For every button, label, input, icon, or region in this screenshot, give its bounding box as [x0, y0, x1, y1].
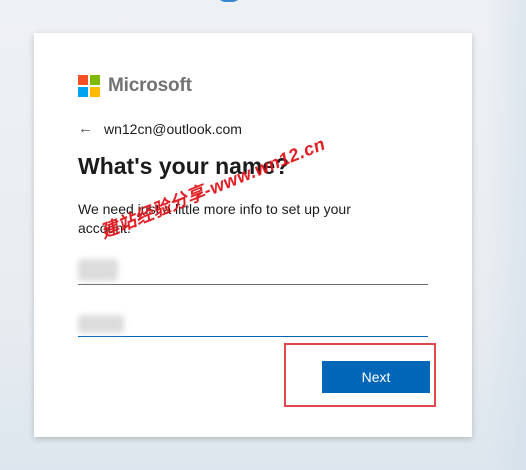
next-button[interactable]: Next: [322, 361, 430, 393]
background-tint: [486, 0, 526, 470]
last-name-input[interactable]: [78, 308, 428, 337]
account-email: wn12cn@outlook.com: [104, 121, 242, 137]
logo-square-green: [90, 75, 100, 85]
product-logo-fragment: [214, 0, 274, 4]
brand-name: Microsoft: [108, 75, 192, 96]
brand-header: Microsoft: [78, 75, 192, 97]
logo-swoosh-icon: [216, 0, 242, 2]
logo-square-yellow: [90, 87, 100, 97]
back-arrow-icon[interactable]: ←: [78, 120, 98, 138]
blurred-placeholder: [78, 259, 118, 281]
microsoft-logo-icon: [78, 75, 100, 97]
identity-banner[interactable]: ← wn12cn@outlook.com: [78, 120, 242, 138]
signup-card: Microsoft ← wn12cn@outlook.com What's yo…: [34, 33, 472, 437]
logo-square-blue: [78, 87, 88, 97]
blurred-placeholder: [78, 315, 124, 333]
logo-square-red: [78, 75, 88, 85]
first-name-input[interactable]: [78, 256, 428, 285]
